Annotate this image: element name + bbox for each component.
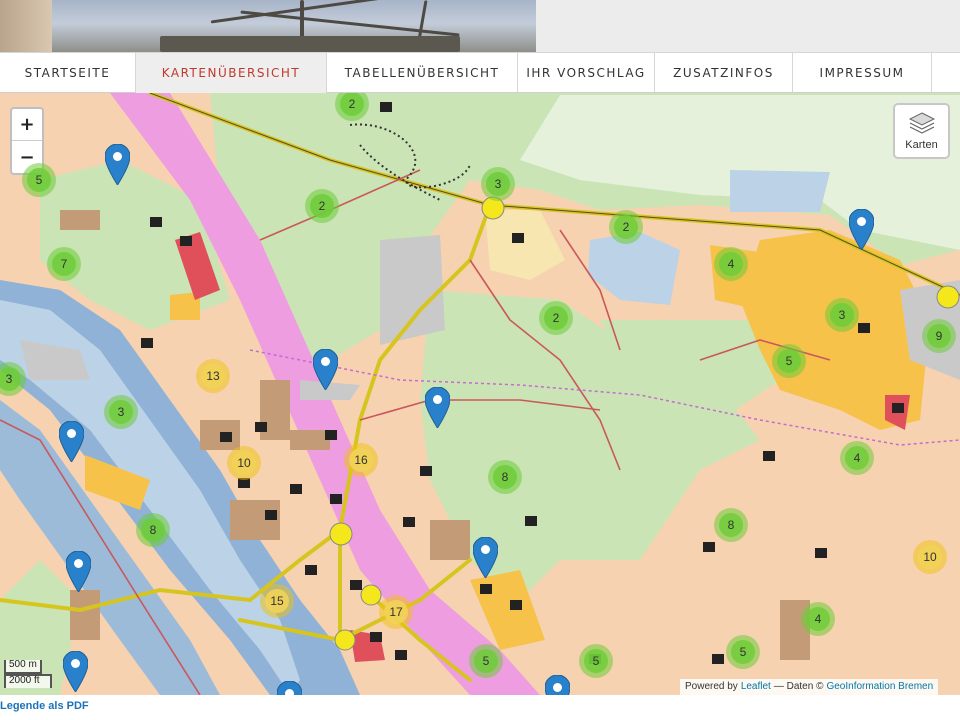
map-marker-pin[interactable] (313, 349, 338, 390)
marker-cluster[interactable]: 4 (801, 602, 835, 636)
legend-pdf-link[interactable]: Legende als PDF (0, 700, 89, 712)
header-photo (0, 0, 536, 52)
map-marker-pin[interactable] (425, 387, 450, 428)
marker-cluster[interactable]: 5 (726, 635, 760, 669)
map-marker-pin[interactable] (849, 209, 874, 250)
map-marker-pin[interactable] (105, 144, 130, 185)
marker-cluster[interactable]: 4 (714, 247, 748, 281)
marker-cluster[interactable]: 5 (22, 163, 56, 197)
map-attribution: Powered by Leaflet — Daten © GeoInformat… (680, 679, 939, 695)
marker-cluster[interactable]: 17 (379, 595, 413, 629)
marker-cluster[interactable]: 10 (227, 446, 261, 480)
marker-cluster[interactable]: 10 (913, 540, 947, 574)
marker-cluster[interactable]: 8 (136, 513, 170, 547)
nav-ihr-vorschlag[interactable]: IHR VORSCHLAG (518, 53, 655, 93)
layers-button[interactable]: Karten (893, 103, 950, 159)
header-banner (0, 0, 960, 52)
layers-icon (908, 112, 935, 134)
marker-cluster[interactable]: 5 (469, 644, 503, 678)
main-nav: STARTSEITE KARTENÜBERSICHT TABELLENÜBERS… (0, 52, 960, 93)
map-marker-pin[interactable] (545, 675, 570, 695)
marker-cluster[interactable]: 15 (260, 584, 294, 618)
marker-cluster[interactable]: 2 (305, 189, 339, 223)
marker-cluster[interactable]: 16 (344, 443, 378, 477)
marker-cluster[interactable]: 13 (196, 359, 230, 393)
marker-cluster[interactable]: 4 (840, 441, 874, 475)
map-marker-pin[interactable] (473, 537, 498, 578)
page: STARTSEITE KARTENÜBERSICHT TABELLENÜBERS… (0, 0, 960, 720)
marker-cluster[interactable]: 3 (825, 298, 859, 332)
map-canvas[interactable]: + − Karten 2 5 2 3 2 7 4 2 3 9 13 5 3 3 … (0, 93, 960, 695)
nav-tabellenuebersicht[interactable]: TABELLENÜBERSICHT (327, 53, 518, 93)
nav-startseite[interactable]: STARTSEITE (0, 53, 136, 93)
nav-zusatzinfos[interactable]: ZUSATZINFOS (655, 53, 793, 93)
geoinformation-link[interactable]: GeoInformation Bremen (826, 681, 933, 693)
marker-cluster[interactable]: 9 (922, 319, 956, 353)
marker-cluster[interactable]: 5 (772, 344, 806, 378)
scale-imperial: 2000 ft (4, 674, 52, 688)
marker-cluster[interactable]: 2 (609, 210, 643, 244)
attribution-daten: — Daten © (773, 681, 824, 692)
scale-metric: 500 m (4, 660, 42, 674)
marker-cluster[interactable]: 8 (714, 508, 748, 542)
map-marker-pin[interactable] (66, 551, 91, 592)
footer: Legende als PDF (0, 695, 960, 720)
map-marker-pin[interactable] (63, 651, 88, 692)
zoom-in-button[interactable]: + (12, 109, 42, 141)
layers-label: Karten (905, 139, 938, 151)
marker-cluster[interactable]: 5 (579, 644, 613, 678)
nav-impressum[interactable]: IMPRESSUM (793, 53, 932, 93)
map-marker-pin[interactable] (59, 421, 84, 462)
marker-cluster[interactable]: 7 (47, 247, 81, 281)
nav-kartenuebersicht[interactable]: KARTENÜBERSICHT (136, 53, 327, 93)
attribution-powered: Powered by (685, 681, 738, 692)
marker-cluster[interactable]: 3 (481, 167, 515, 201)
marker-cluster[interactable]: 8 (488, 460, 522, 494)
map-marker-pin[interactable] (277, 681, 302, 695)
leaflet-link[interactable]: Leaflet (741, 681, 771, 693)
marker-cluster[interactable]: 3 (104, 395, 138, 429)
marker-cluster[interactable]: 2 (539, 301, 573, 335)
